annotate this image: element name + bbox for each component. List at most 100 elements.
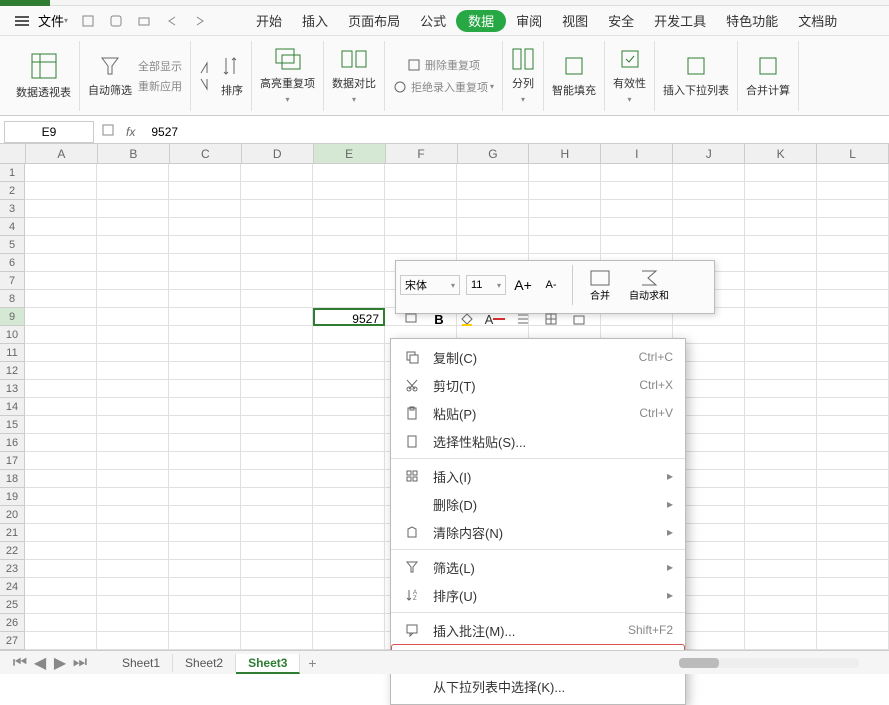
cell-C27[interactable]: [169, 632, 241, 650]
bold-button[interactable]: B: [428, 309, 450, 329]
add-sheet-button[interactable]: +: [300, 655, 324, 671]
row-header-12[interactable]: 12: [0, 362, 25, 380]
cell-D16[interactable]: [241, 434, 313, 452]
font-smaller-button[interactable]: A-: [540, 275, 562, 295]
cell-B19[interactable]: [97, 488, 169, 506]
cell-H3[interactable]: [529, 200, 601, 218]
cell-C7[interactable]: [169, 272, 241, 290]
cell-B13[interactable]: [97, 380, 169, 398]
highlight-dup-button[interactable]: 高亮重复项▾: [260, 47, 315, 104]
cell-E7[interactable]: [313, 272, 385, 290]
cell-L4[interactable]: [817, 218, 889, 236]
cell-C15[interactable]: [169, 416, 241, 434]
cell-B1[interactable]: [97, 164, 169, 182]
row-header-14[interactable]: 14: [0, 398, 25, 416]
cell-D1[interactable]: [241, 164, 313, 182]
cell-C14[interactable]: [169, 398, 241, 416]
row-header-2[interactable]: 2: [0, 182, 25, 200]
row-header-27[interactable]: 27: [0, 632, 25, 650]
row-header-15[interactable]: 15: [0, 416, 25, 434]
name-box[interactable]: E9: [4, 121, 94, 143]
cell-L12[interactable]: [817, 362, 889, 380]
cell-B15[interactable]: [97, 416, 169, 434]
col-header-J[interactable]: J: [673, 144, 745, 163]
col-header-E[interactable]: E: [314, 144, 386, 163]
sheet-tab-Sheet3[interactable]: Sheet3: [236, 654, 300, 674]
row-header-19[interactable]: 19: [0, 488, 25, 506]
cell-A16[interactable]: [25, 434, 97, 452]
cell-K15[interactable]: [745, 416, 817, 434]
cell-L19[interactable]: [817, 488, 889, 506]
cell-C20[interactable]: [169, 506, 241, 524]
formula-input[interactable]: [143, 121, 889, 143]
cell-G4[interactable]: [457, 218, 529, 236]
ctx-paste[interactable]: 粘贴(P)Ctrl+V: [391, 399, 685, 427]
cell-E23[interactable]: [313, 560, 385, 578]
cell-D18[interactable]: [241, 470, 313, 488]
sheet-nav-next[interactable]: ▶: [50, 653, 70, 673]
cell-E19[interactable]: [313, 488, 385, 506]
undo-icon[interactable]: [160, 9, 184, 33]
fill-color-button[interactable]: [456, 309, 478, 329]
cell-C23[interactable]: [169, 560, 241, 578]
horizontal-scrollbar[interactable]: [679, 658, 859, 668]
cell-B16[interactable]: [97, 434, 169, 452]
cell-D17[interactable]: [241, 452, 313, 470]
cell-L7[interactable]: [817, 272, 889, 290]
col-header-B[interactable]: B: [98, 144, 170, 163]
autofilter-button[interactable]: 自动筛选: [88, 54, 132, 98]
cell-E11[interactable]: [313, 344, 385, 362]
file-menu[interactable]: 文件 ▾: [38, 11, 68, 30]
cell-L20[interactable]: [817, 506, 889, 524]
cell-A19[interactable]: [25, 488, 97, 506]
menu-formula[interactable]: 公式: [410, 6, 456, 36]
cell-J3[interactable]: [673, 200, 745, 218]
cell-B18[interactable]: [97, 470, 169, 488]
split-button[interactable]: 分列▾: [511, 47, 535, 104]
menu-start[interactable]: 开始: [246, 6, 292, 36]
cell-D3[interactable]: [241, 200, 313, 218]
cell-L6[interactable]: [817, 254, 889, 272]
showall-button[interactable]: 全部显示: [138, 58, 182, 74]
cell-E4[interactable]: [313, 218, 385, 236]
cell-F1[interactable]: [385, 164, 457, 182]
cell-D22[interactable]: [241, 542, 313, 560]
row-header-8[interactable]: 8: [0, 290, 25, 308]
cell-B5[interactable]: [97, 236, 169, 254]
cell-F4[interactable]: [385, 218, 457, 236]
cell-L21[interactable]: [817, 524, 889, 542]
sort-button[interactable]: 排序: [221, 54, 243, 98]
cell-B3[interactable]: [97, 200, 169, 218]
cell-E14[interactable]: [313, 398, 385, 416]
cell-B27[interactable]: [97, 632, 169, 650]
row-header-6[interactable]: 6: [0, 254, 25, 272]
cell-E17[interactable]: [313, 452, 385, 470]
cell-I5[interactable]: [601, 236, 673, 254]
cell-A27[interactable]: [25, 632, 97, 650]
row-header-13[interactable]: 13: [0, 380, 25, 398]
cell-A26[interactable]: [25, 614, 97, 632]
cell-K2[interactable]: [745, 182, 817, 200]
ctx-copy[interactable]: 复制(C)Ctrl+C: [391, 343, 685, 371]
cell-J1[interactable]: [673, 164, 745, 182]
cell-D6[interactable]: [241, 254, 313, 272]
cell-E6[interactable]: [313, 254, 385, 272]
ctx-sort[interactable]: AZ排序(U)▸: [391, 581, 685, 609]
ctx-paste-special[interactable]: 选择性粘贴(S)...: [391, 427, 685, 455]
ctx-删除(D)[interactable]: 删除(D)▸: [391, 490, 685, 518]
menu-view[interactable]: 视图: [552, 6, 598, 36]
pivot-table-button[interactable]: 数据透视表: [16, 52, 71, 100]
row-header-7[interactable]: 7: [0, 272, 25, 290]
cell-K17[interactable]: [745, 452, 817, 470]
cell-A22[interactable]: [25, 542, 97, 560]
cell-B14[interactable]: [97, 398, 169, 416]
cell-H1[interactable]: [529, 164, 601, 182]
fx-icon[interactable]: fx: [118, 125, 143, 139]
font-family-select[interactable]: 宋体▾: [400, 275, 460, 295]
cell-C1[interactable]: [169, 164, 241, 182]
cell-I3[interactable]: [601, 200, 673, 218]
cell-K25[interactable]: [745, 596, 817, 614]
menu-docassist[interactable]: 文档助: [788, 6, 847, 36]
cell-L9[interactable]: [817, 308, 889, 326]
save-icon[interactable]: [76, 9, 100, 33]
